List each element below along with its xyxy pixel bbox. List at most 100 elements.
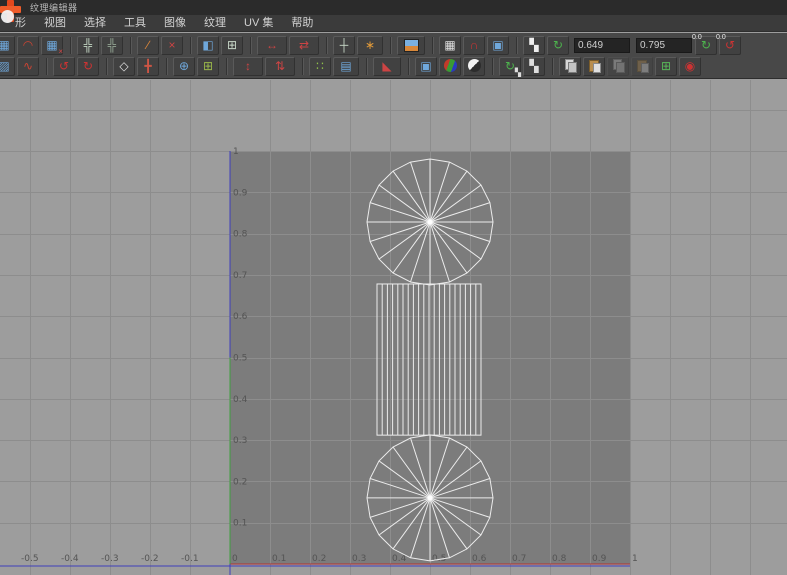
uv-lasso-select-icon[interactable]: ▦× [41, 36, 63, 55]
select-shell-icon[interactable]: ⊞ [655, 57, 677, 76]
v-axis-label: 0.6 [233, 312, 248, 322]
toolbar-separator [226, 58, 228, 75]
move-pivot-icon[interactable]: ╋ [137, 57, 159, 76]
toolbar-separator [432, 37, 434, 54]
menu-item-help[interactable]: 帮助 [282, 15, 322, 32]
flip-uv-icon[interactable]: ◇ [113, 57, 135, 76]
menu-item-texture[interactable]: 纹理 [195, 15, 235, 32]
copy-disabled-icon [607, 57, 629, 76]
toolbar-separator [70, 37, 72, 54]
menu-item-tool[interactable]: 工具 [115, 15, 155, 32]
toolbar-separator [366, 58, 368, 75]
toolbar-row-1: ▦◠▦×╬╬∕×◧⊞↔⇄┼∗▦∩▣▚↻0.6490.795↻0.0↺0.0 [2, 35, 787, 56]
align-u-min-icon[interactable]: ↔ [257, 36, 287, 55]
u-axis-label: -0.5 [21, 554, 39, 564]
tweak-uv-tool-icon[interactable]: ▨ [0, 57, 15, 76]
layered-texture-icon[interactable]: ▣ [487, 36, 509, 55]
pixel-snap-magnet-icon[interactable]: ∩ [463, 36, 485, 55]
grid-display-icon[interactable]: ▦ [439, 36, 461, 55]
menu-item-polygon-partial[interactable]: 形 [6, 15, 35, 32]
align-u-max-icon[interactable]: ⇄ [289, 36, 319, 55]
window-title: 纹理编辑器 [30, 1, 78, 14]
paste-disabled-icon [631, 57, 653, 76]
toolbar-separator [552, 58, 554, 75]
cut-uv-edges-icon[interactable]: ∕ [137, 36, 159, 55]
rgb-channels-icon [444, 59, 457, 72]
u-axis-label: 0.4 [392, 554, 407, 564]
copy-uvs-icon [564, 59, 577, 72]
layered-shader-icon[interactable]: ▣ [415, 57, 437, 76]
checker-ghost-icon[interactable]: ▚ [523, 57, 545, 76]
u-axis-label: 0.6 [472, 554, 487, 564]
sew-uv-edges-icon[interactable]: × [161, 36, 183, 55]
alpha-display-icon [468, 59, 481, 72]
u-coordinate-field[interactable]: 0.649 [574, 38, 630, 53]
rotate-value-icon[interactable]: ↺0.0 [719, 36, 741, 55]
toolbar-separator [326, 37, 328, 54]
u-axis-label: 0.1 [272, 554, 286, 564]
shrink-selection-icon[interactable]: ╬ [101, 36, 123, 55]
u-axis-label: -0.1 [181, 554, 199, 564]
refresh-values-icon[interactable]: ↻0.0 [695, 36, 717, 55]
toolbar-row-2: ▨∿↺↻◇╋⊕⊞↕⇅∷▤◣▣↻▚▚⊞◉ [2, 56, 787, 77]
grow-selection-icon[interactable]: ╬ [77, 36, 99, 55]
display-image-icon [404, 39, 419, 52]
rotate-cw-icon[interactable]: ↻ [77, 57, 99, 76]
title-bar: 纹理编辑器 [0, 0, 787, 15]
update-psd-icon[interactable]: ↻ [547, 36, 569, 55]
uv-texture-editor-window: 纹理编辑器 形视图选择工具图像纹理UV 集帮助 ▦◠▦×╬╬∕×◧⊞↔⇄┼∗▦∩… [0, 0, 787, 575]
cut-uv-tool-icon[interactable]: ∿ [17, 57, 39, 76]
menu-item-view[interactable]: 视图 [35, 15, 75, 32]
relax-uvs-icon[interactable]: ∷ [309, 57, 331, 76]
v-axis-label: 0.7 [233, 271, 247, 281]
paste-uvs-icon[interactable] [583, 57, 605, 76]
uv-lattice-tool-icon[interactable]: ▦ [0, 36, 15, 55]
paint-uv-tool-icon[interactable]: ◣ [373, 57, 401, 76]
v-axis-label: 0.9 [233, 188, 248, 198]
uv-cap-center-vertex[interactable] [428, 496, 433, 501]
uv-grid-svg[interactable]: -0.6-0.5-0.4-0.3-0.2-0.100.10.20.30.40.5… [0, 80, 787, 575]
paste-uvs-icon [588, 59, 601, 72]
snap-together-icon[interactable]: ┼ [333, 36, 355, 55]
swap-uv-checker-icon[interactable]: ↻▚ [499, 57, 521, 76]
uv-smudge-tool-icon[interactable]: ◠ [17, 36, 39, 55]
menu-item-select[interactable]: 选择 [75, 15, 115, 32]
grid-uvs-icon[interactable]: ⊞ [221, 36, 243, 55]
uv-cap-center-vertex[interactable] [428, 220, 433, 225]
align-v-max-icon[interactable]: ⇅ [265, 57, 295, 76]
toolbar-separator [516, 37, 518, 54]
u-axis-label: 0.9 [592, 554, 607, 564]
toolbar-separator [408, 58, 410, 75]
toolbar-separator [390, 37, 392, 54]
u-axis-label: 0 [232, 554, 238, 564]
u-axis-label: -0.2 [141, 554, 159, 564]
paste-uv-grid-icon[interactable]: ⊞ [197, 57, 219, 76]
u-axis-label: 0.8 [552, 554, 567, 564]
display-image-icon[interactable] [397, 36, 425, 55]
v-coordinate-field[interactable]: 0.795 [636, 38, 692, 53]
copy-uv-grid-icon[interactable]: ⊕ [173, 57, 195, 76]
toolbar-separator [106, 58, 108, 75]
isolate-select-icon[interactable]: ∗ [357, 36, 383, 55]
v-axis-label: 0.1 [233, 519, 247, 529]
toolbar-separator [46, 58, 48, 75]
copy-uvs-icon[interactable] [559, 57, 581, 76]
align-v-min-icon[interactable]: ↕ [233, 57, 263, 76]
menu-item-uv-set[interactable]: UV 集 [235, 15, 282, 32]
u-axis-label: 0.3 [352, 554, 366, 564]
menu-item-image[interactable]: 图像 [155, 15, 195, 32]
dim-image-dice-icon[interactable]: ▚ [523, 36, 545, 55]
unfold-uvs-icon[interactable]: ▤ [333, 57, 359, 76]
layout-uvs-icon[interactable]: ◧ [197, 36, 219, 55]
rgb-channels-icon[interactable] [439, 57, 461, 76]
v-axis-label: 0.3 [233, 436, 247, 446]
rotate-ccw-icon[interactable]: ↺ [53, 57, 75, 76]
u-axis-label: -0.3 [101, 554, 119, 564]
toolbar-separator [130, 37, 132, 54]
toolbar-separator [492, 58, 494, 75]
pin-uv-icon[interactable]: ◉ [679, 57, 701, 76]
menu-bar: 形视图选择工具图像纹理UV 集帮助 [0, 15, 787, 32]
alpha-display-icon[interactable] [463, 57, 485, 76]
toolbar-separator [166, 58, 168, 75]
uv-canvas-viewport[interactable]: -0.6-0.5-0.4-0.3-0.2-0.100.10.20.30.40.5… [0, 80, 787, 575]
